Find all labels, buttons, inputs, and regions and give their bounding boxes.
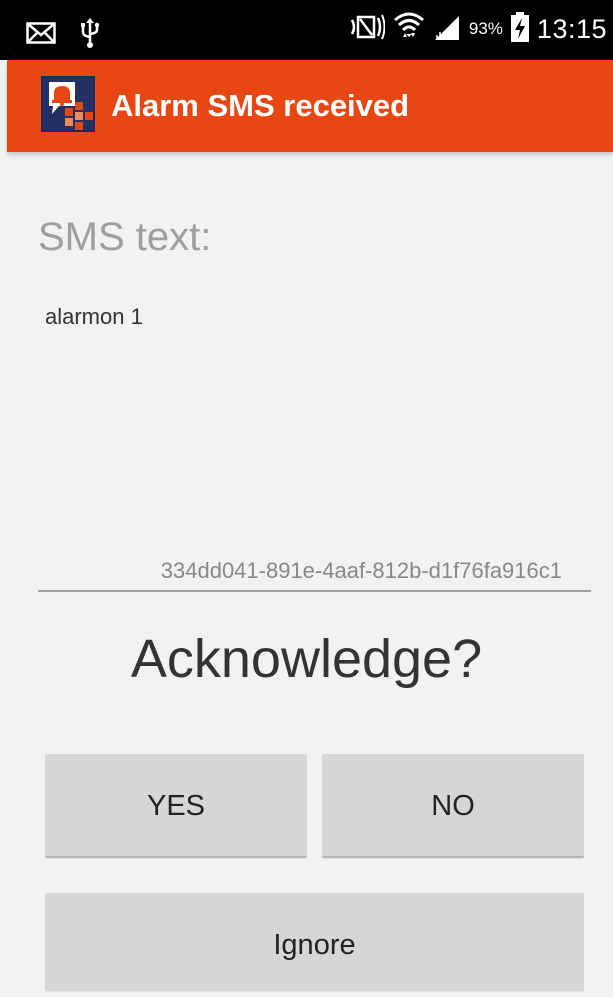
status-bar-right-icons: 93% 13:15 (349, 11, 607, 48)
acknowledge-question: Acknowledge? (130, 629, 483, 689)
signal-icon (433, 13, 461, 46)
yes-button[interactable]: YES (45, 754, 307, 858)
status-bar: 93% 13:15 (0, 0, 613, 60)
ignore-button[interactable]: Ignore (45, 893, 584, 991)
wifi-icon (393, 11, 425, 48)
sms-text-label: SMS text: (38, 215, 212, 259)
app-title: Alarm SMS received (111, 88, 410, 123)
nfc-icon (349, 12, 386, 47)
alarm-sms-app-icon[interactable] (41, 76, 95, 132)
status-bar-left-icons (26, 18, 100, 53)
message-id-field[interactable]: 334dd041-891e-4aaf-812b-d1f76fa916c1 (38, 558, 591, 592)
no-button[interactable]: NO (322, 754, 584, 858)
clock: 13:15 (536, 13, 607, 44)
battery-charging-icon (510, 11, 529, 47)
mail-icon (26, 22, 56, 49)
action-bar: Alarm SMS received (7, 60, 613, 152)
battery-percent: 93% (468, 19, 503, 38)
usb-icon (80, 18, 100, 53)
sms-text-body: alarmon 1 (45, 304, 143, 329)
